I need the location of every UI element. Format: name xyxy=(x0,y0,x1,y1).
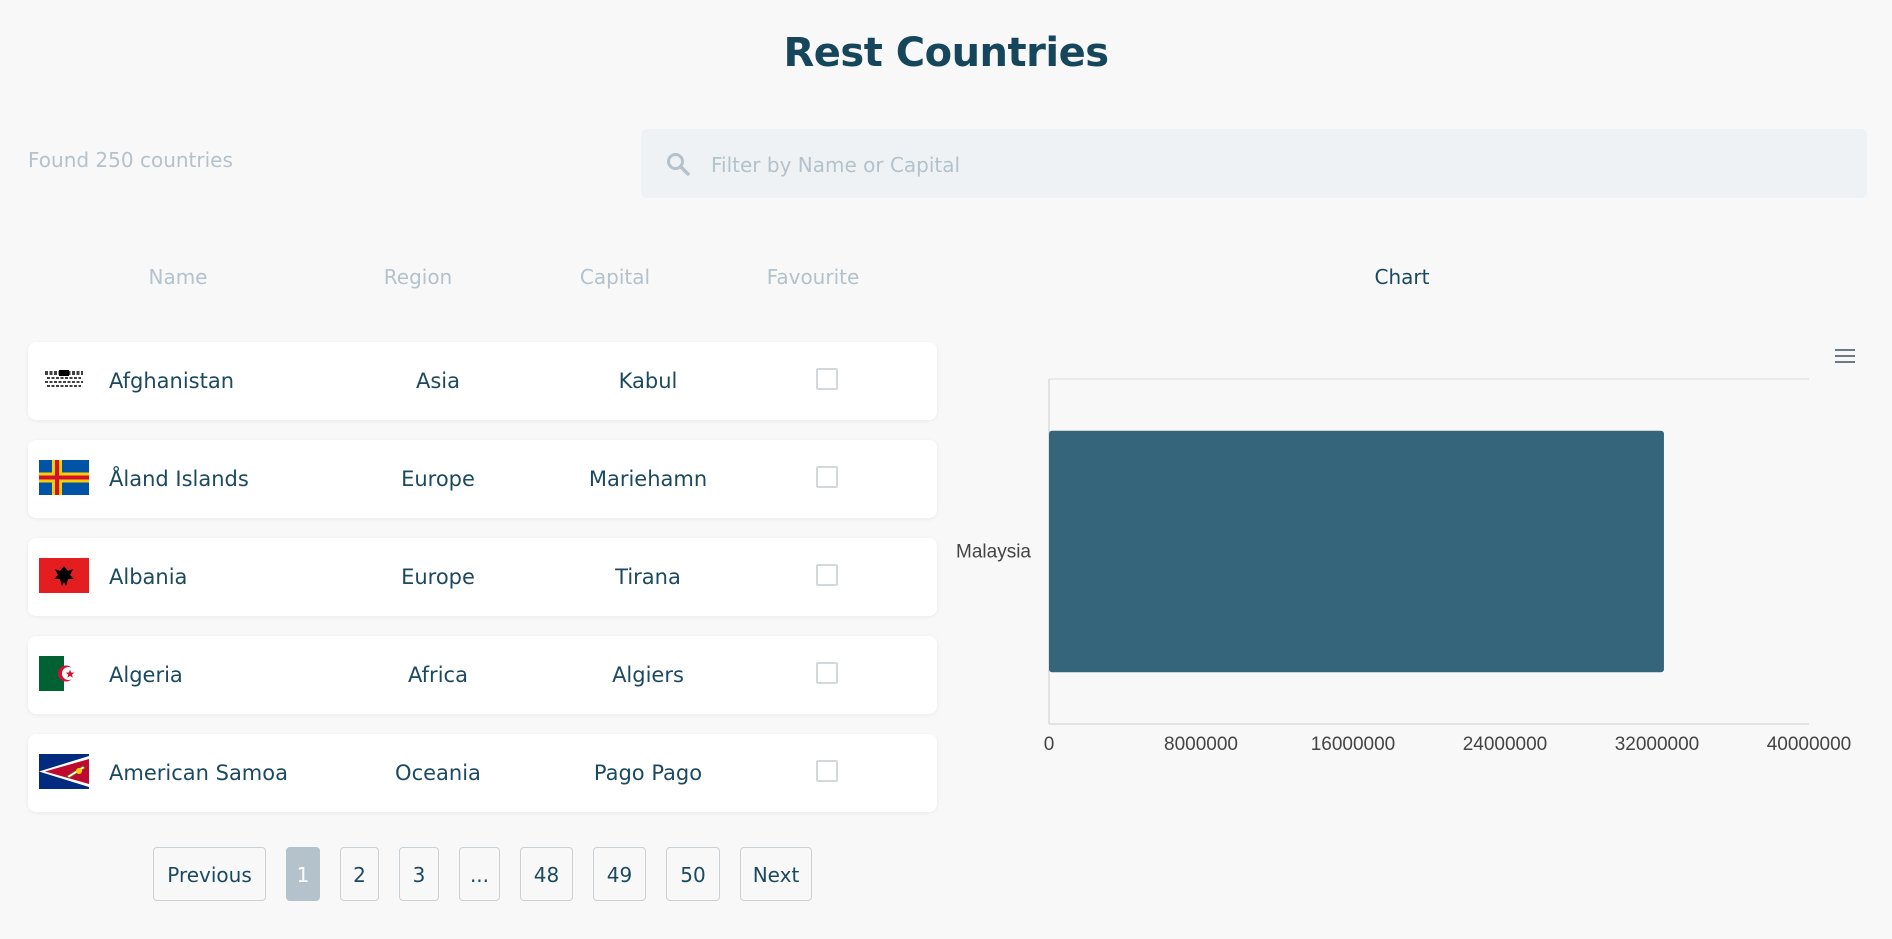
page-button-1[interactable]: 1 xyxy=(286,847,320,901)
x-tick-label: 24000000 xyxy=(1463,734,1548,755)
country-name: American Samoa xyxy=(109,761,288,785)
country-name: Afghanistan xyxy=(109,369,235,393)
results-count: Found 250 countries xyxy=(28,148,233,172)
x-tick-label: 16000000 xyxy=(1311,734,1396,755)
aland-flag-icon xyxy=(39,460,89,495)
column-header-favourite: Favourite xyxy=(766,265,860,289)
page-title: Rest Countries xyxy=(783,30,1109,76)
country-name: Algeria xyxy=(109,663,183,687)
albania-flag-icon xyxy=(39,558,89,593)
country-name: Albania xyxy=(109,565,188,589)
country-region: Europe xyxy=(401,467,475,491)
x-tick-label: 8000000 xyxy=(1164,734,1238,755)
page-button-2[interactable]: 2 xyxy=(340,847,379,901)
next-page-button[interactable]: Next xyxy=(740,847,812,901)
country-region: Asia xyxy=(415,369,460,393)
country-name: Åland Islands xyxy=(109,467,249,491)
population-bar-chart: Malaysia 0 8000000 16000000 24000000 32000000… xyxy=(956,378,1852,755)
country-capital: Mariehamn xyxy=(588,467,708,491)
search-box[interactable] xyxy=(641,129,1867,200)
country-region: Oceania xyxy=(395,761,481,785)
bar-malaysia xyxy=(1049,430,1664,673)
column-header-region: Region xyxy=(383,265,453,289)
table-row[interactable]: Afghanistan Asia Kabul xyxy=(28,342,937,420)
country-capital: Tirana xyxy=(615,565,681,589)
table-row[interactable]: American Samoa Oceania Pago Pago xyxy=(28,734,937,812)
page-button-3[interactable]: 3 xyxy=(399,847,439,901)
table-row[interactable]: Algeria Africa Algiers xyxy=(28,636,937,714)
search-input[interactable] xyxy=(709,129,1833,200)
table-row[interactable]: Albania Europe Tirana xyxy=(28,538,937,616)
country-region: Africa xyxy=(408,663,468,687)
country-region: Europe xyxy=(401,565,475,589)
algeria-flag-icon xyxy=(39,656,89,691)
page-button-48[interactable]: 48 xyxy=(520,847,573,901)
table-row[interactable]: Åland Islands Europe Mariehamn xyxy=(28,440,937,518)
x-tick-label: 32000000 xyxy=(1615,734,1700,755)
country-capital: Pago Pago xyxy=(593,761,703,785)
favourite-checkbox[interactable] xyxy=(816,466,838,488)
country-capital: Algiers xyxy=(612,663,684,687)
x-tick-label: 0 xyxy=(1044,734,1055,755)
favourite-checkbox[interactable] xyxy=(816,368,838,390)
page-ellipsis-button[interactable]: ... xyxy=(459,847,500,901)
chart-heading: Chart xyxy=(1374,265,1430,289)
previous-page-button[interactable]: Previous xyxy=(153,847,266,901)
favourite-checkbox[interactable] xyxy=(816,662,838,684)
y-tick-label: Malaysia xyxy=(956,542,1031,563)
column-header-name: Name xyxy=(148,265,208,289)
country-capital: Kabul xyxy=(618,369,678,393)
afghanistan-flag-icon xyxy=(39,362,89,397)
column-header-capital: Capital xyxy=(579,265,651,289)
favourite-checkbox[interactable] xyxy=(816,564,838,586)
x-tick-label: 40000000 xyxy=(1767,734,1852,755)
american-samoa-flag-icon xyxy=(39,754,89,789)
page-button-49[interactable]: 49 xyxy=(593,847,646,901)
favourite-checkbox[interactable] xyxy=(816,760,838,782)
page-button-50[interactable]: 50 xyxy=(666,847,720,901)
search-icon xyxy=(667,153,690,176)
